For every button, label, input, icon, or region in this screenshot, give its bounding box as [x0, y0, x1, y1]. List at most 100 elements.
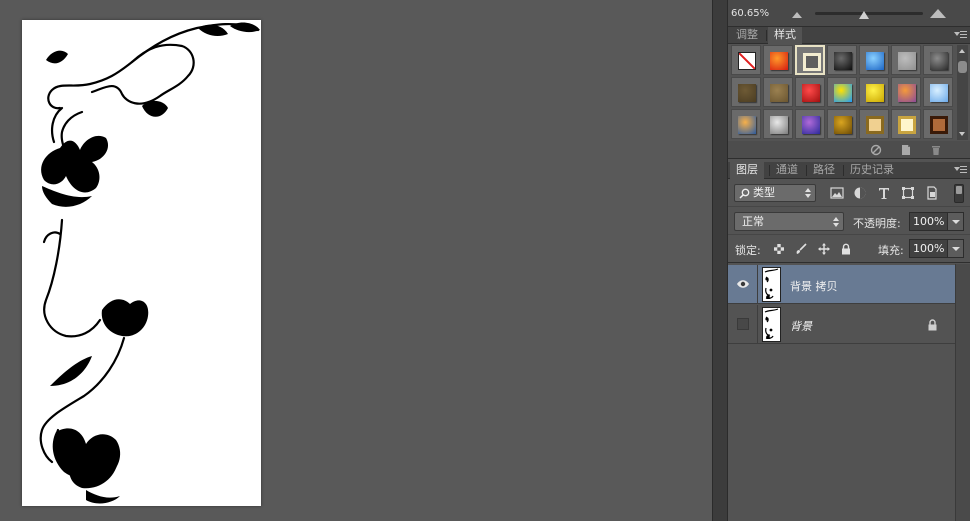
- fill-field[interactable]: 100%: [909, 239, 948, 258]
- style-swatch-rainbow[interactable]: [827, 77, 857, 107]
- swatch-preview: [770, 52, 788, 70]
- document-workspace[interactable]: [0, 0, 712, 521]
- swatch-preview: [770, 84, 788, 102]
- swatch-preview: [898, 84, 916, 102]
- zoom-value[interactable]: 60.65%: [731, 8, 769, 19]
- panel-dock-gutter: [712, 0, 728, 521]
- lock-transparent-pixels-icon[interactable]: [773, 243, 785, 255]
- layers-panel-menu-icon[interactable]: [954, 163, 968, 177]
- search-icon: [739, 188, 750, 199]
- document-canvas[interactable]: [22, 20, 261, 506]
- blend-mode-select[interactable]: 正常: [734, 212, 844, 231]
- swatch-preview: [834, 84, 852, 102]
- smart-object-filter-icon[interactable]: [925, 186, 939, 200]
- style-swatch-red-glow[interactable]: [763, 45, 793, 75]
- scroll-up-icon[interactable]: [959, 49, 965, 53]
- style-swatch-khaki[interactable]: [763, 77, 793, 107]
- opacity-dropdown-button[interactable]: [947, 212, 964, 231]
- delete-style-icon[interactable]: [930, 144, 942, 156]
- style-swatch-dark-metal[interactable]: [923, 45, 953, 75]
- visibility-off-box[interactable]: [737, 318, 749, 330]
- menu-line: [960, 166, 967, 167]
- layer-row-background-copy[interactable]: 背景 拷贝: [728, 265, 955, 304]
- tab-channels[interactable]: 通道: [770, 162, 804, 179]
- layers-scrollbar[interactable]: [955, 264, 970, 521]
- swatch-preview: [738, 116, 756, 134]
- style-swatch-blue-glass[interactable]: [859, 45, 889, 75]
- visibility-cell[interactable]: [728, 265, 758, 304]
- style-swatch-black-button[interactable]: [827, 45, 857, 75]
- select-arrows-icon: [805, 188, 811, 198]
- tab-paths[interactable]: 路径: [807, 162, 841, 179]
- thumbnail-artwork: [764, 268, 779, 299]
- styles-scrollbar[interactable]: [957, 45, 968, 140]
- zoom-slider[interactable]: [815, 12, 923, 15]
- style-swatch-gold-frame[interactable]: [859, 109, 889, 139]
- style-swatch-brown-matte[interactable]: [731, 77, 761, 107]
- visibility-cell[interactable]: [728, 305, 758, 344]
- swatch-preview: [803, 53, 821, 71]
- layer-thumbnail[interactable]: [762, 307, 781, 342]
- tab-divider: [766, 30, 767, 41]
- scrollbar-thumb[interactable]: [958, 61, 967, 73]
- thumbnail-artwork: [764, 308, 779, 339]
- layer-thumbnail[interactable]: [762, 267, 781, 302]
- style-swatch-none-style[interactable]: [731, 45, 761, 75]
- style-swatch-gray-flat[interactable]: [891, 45, 921, 75]
- swatch-preview: [898, 116, 916, 134]
- style-swatch-outline-frame[interactable]: [795, 45, 825, 75]
- fill-dropdown-button[interactable]: [947, 239, 964, 258]
- style-swatch-yellow-gloss[interactable]: [859, 77, 889, 107]
- style-swatch-mosaic[interactable]: [763, 109, 793, 139]
- style-swatch-orange-purple[interactable]: [891, 77, 921, 107]
- swatch-preview: [834, 52, 852, 70]
- eye-icon[interactable]: [736, 279, 750, 289]
- swatch-preview: [866, 52, 884, 70]
- navigator-panel: 60.65%: [728, 0, 970, 27]
- swatch-preview: [802, 116, 820, 134]
- style-swatch-wood-frame[interactable]: [923, 109, 953, 139]
- type-layer-filter-icon[interactable]: [877, 186, 891, 200]
- blend-mode-row: 正常 不透明度: 100%: [728, 208, 970, 235]
- layer-name[interactable]: 背景: [790, 318, 812, 334]
- styles-panel-menu-icon[interactable]: [954, 28, 968, 42]
- tab-styles[interactable]: 样式: [768, 27, 802, 44]
- adjustment-layer-filter-icon[interactable]: [853, 186, 867, 200]
- swatch-preview: [866, 116, 884, 134]
- style-swatch-gold-texture[interactable]: [827, 109, 857, 139]
- zoom-in-icon[interactable]: [930, 9, 946, 18]
- style-swatch-red-button[interactable]: [795, 77, 825, 107]
- menu-line: [960, 31, 967, 32]
- pixel-layer-filter-icon[interactable]: [830, 186, 844, 200]
- new-style-icon[interactable]: [900, 144, 912, 156]
- styles-grid: [731, 45, 955, 140]
- lock-label: 锁定:: [735, 244, 761, 257]
- lock-fill-row: 锁定: 填充: 100%: [728, 236, 970, 263]
- fill-label: 填充:: [878, 244, 904, 257]
- style-swatch-violet[interactable]: [795, 109, 825, 139]
- style-swatch-cream-frame[interactable]: [891, 109, 921, 139]
- scroll-down-icon[interactable]: [959, 132, 965, 136]
- layer-lock-icon: [928, 319, 937, 331]
- zoom-slider-thumb[interactable]: [859, 11, 869, 19]
- layer-row-background[interactable]: 背景: [728, 305, 955, 344]
- filter-kind-select[interactable]: 类型: [734, 184, 816, 202]
- lock-image-pixels-icon[interactable]: [795, 243, 807, 255]
- style-swatch-sunset-water[interactable]: [731, 109, 761, 139]
- clear-style-icon[interactable]: [870, 144, 882, 156]
- style-swatch-sky-blue[interactable]: [923, 77, 953, 107]
- layers-tabbar: 图层 通道 路径 历史记录: [728, 162, 970, 179]
- zoom-out-icon[interactable]: [792, 12, 802, 18]
- tab-layers[interactable]: 图层: [730, 162, 764, 179]
- lock-all-icon[interactable]: [840, 243, 852, 255]
- menu-line: [960, 37, 967, 38]
- lock-position-icon[interactable]: [818, 243, 830, 255]
- tab-history[interactable]: 历史记录: [844, 162, 900, 179]
- layer-name[interactable]: 背景 拷贝: [790, 278, 838, 294]
- swatch-preview: [930, 52, 948, 70]
- shape-layer-filter-icon[interactable]: [901, 186, 915, 200]
- opacity-field[interactable]: 100%: [909, 212, 948, 231]
- styles-footer: [728, 141, 970, 159]
- tab-adjustments[interactable]: 调整: [730, 27, 764, 44]
- filter-toggle-switch[interactable]: [954, 184, 964, 203]
